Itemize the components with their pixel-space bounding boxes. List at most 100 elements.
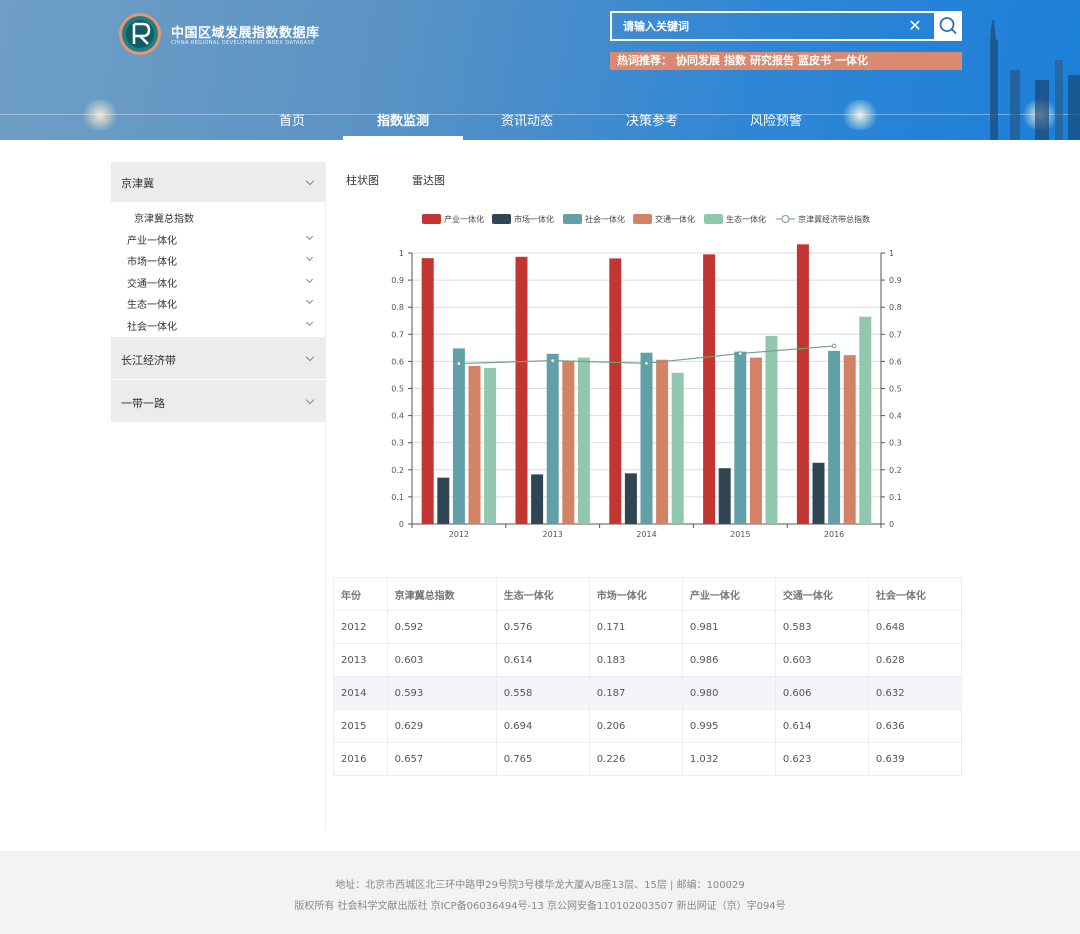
sidebar-item-transport[interactable]: 交通一体化 [111,271,325,293]
y-tick-label: 0.7 [391,330,404,339]
table-cell: 0.623 [774,742,869,776]
search-icon [939,17,957,35]
footer: 地址：北京市西城区北三环中路甲29号院3号楼华龙大厦A/B座13层、15层 | … [0,851,1080,934]
table-cell: 0.603 [386,643,497,677]
table-cell: 0.765 [495,742,590,776]
y-tick-label: 0.3 [391,439,404,448]
bar [452,348,465,524]
table-cell: 0.614 [774,709,869,743]
y-tick-label: 0.5 [391,385,404,394]
bar [859,316,872,524]
chevron-down-icon [305,352,315,362]
y2-tick-label: 0.4 [889,412,902,421]
header-banner: 中国区域发展指数数据库 CHINA REGIONAL DEVELOPMENT I… [0,0,1080,140]
brand-subtitle: CHINA REGIONAL DEVELOPMENT INDEX DATABAS… [171,40,315,46]
table-header-cell: 京津冀总指数 [386,577,497,611]
clear-icon[interactable]: ✕ [906,17,924,35]
bar [671,372,684,524]
chevron-down-icon [305,176,315,186]
sidebar-item-market[interactable]: 市场一体化 [111,249,325,271]
main-nav: 首页 指数监测 资讯动态 决策参考 风险预警 [0,108,1080,140]
nav-item-news[interactable]: 资讯动态 [487,110,567,140]
search-box: ✕ [610,11,962,41]
legend-swatch [422,214,441,224]
table-header-cell: 社会一体化 [867,577,963,611]
table-row: 2015 0.629 0.694 0.206 0.995 0.614 0.636 [333,709,963,743]
index-data-table: 年份 京津冀总指数 生态一体化 市场一体化 产业一体化 交通一体化 社会一体化 2012 0.… [333,577,963,776]
table-cell: 0.639 [867,742,963,776]
table-cell: 0.576 [495,610,590,644]
sidebar-item-label: 产业一体化 [127,235,177,247]
sidebar-group-label: 京津冀 [121,177,154,190]
y-tick-label: 0.9 [391,276,404,285]
y2-tick-label: 0 [889,520,894,529]
legend-label: 京津冀经济带总指数 [798,214,870,224]
sidebar-item-total-index[interactable]: 京津冀总指数 [111,206,325,228]
nav-item-risk-warning[interactable]: 风险预警 [736,110,816,140]
table-header-row: 年份 京津冀总指数 生态一体化 市场一体化 产业一体化 交通一体化 社会一体化 [333,577,963,611]
y-tick-label: 0 [399,520,404,529]
sidebar-item-ecology[interactable]: 生态一体化 [111,292,325,314]
line-point [644,360,649,366]
hot-word-link[interactable]: 指数 [724,54,746,67]
legend-label: 产业一体化 [444,214,484,224]
x-tick-label: 2013 [543,530,563,539]
y2-tick-label: 0.2 [889,466,902,475]
sidebar-item-society[interactable]: 社会一体化 [111,314,325,336]
table-cell: 2014 [333,676,388,710]
bar [515,256,528,524]
table-header-cell: 产业一体化 [681,577,776,611]
bar [562,360,575,524]
table-cell: 1.032 [681,742,776,776]
hot-word-link[interactable]: 研究报告 [750,54,794,67]
table-row: 2012 0.592 0.576 0.171 0.981 0.583 0.648 [333,610,963,644]
y2-tick-label: 0.5 [889,385,902,394]
y2-tick-label: 0.1 [889,493,902,502]
tab-bar-chart[interactable]: 柱状图 [346,172,379,188]
y2-tick-label: 1 [889,249,894,258]
bar [812,462,825,524]
hot-word-link[interactable]: 协同发展 [676,54,720,67]
y-tick-label: 0.8 [391,303,404,312]
bar [546,353,559,524]
sidebar-group-jingjinji[interactable]: 京津冀 [111,162,325,203]
sidebar-item-industry[interactable]: 产业一体化 [111,228,325,250]
hot-word-link[interactable]: 蓝皮书 [798,54,831,67]
table-cell: 0.995 [681,709,776,743]
bar [468,366,481,524]
y-tick-label: 0.1 [391,493,404,502]
table-header-cell: 交通一体化 [774,577,869,611]
legend-label: 社会一体化 [585,214,625,224]
table-cell: 0.183 [588,643,683,677]
sidebar-group-yangtze[interactable]: 长江经济带 [111,337,325,380]
table-cell: 2013 [333,643,388,677]
sidebar: 京津冀 京津冀总指数 产业一体化 市场一体化 交通一体化 生态一体化 社会一体化… [111,162,325,423]
chevron-down-icon [305,296,314,305]
sidebar-group-belt-road[interactable]: 一带一路 [111,380,325,423]
x-tick-label: 2015 [730,530,750,539]
table-header-cell: 生态一体化 [495,577,590,611]
bar [749,357,762,524]
line-point [456,361,462,366]
table-cell: 0.593 [386,676,497,710]
table-cell: 0.657 [386,742,497,776]
bar [437,477,450,524]
x-tick-label: 2014 [636,530,656,539]
search-input[interactable] [612,13,912,39]
bar [577,357,590,524]
table-cell: 0.694 [495,709,590,743]
table-row: 2014 0.593 0.558 0.187 0.980 0.606 0.632 [333,676,963,710]
sidebar-group-label: 一带一路 [121,397,165,410]
hot-word-link[interactable]: 一体化 [835,54,868,67]
sidebar-item-label: 生态一体化 [127,300,177,311]
nav-item-decision-reference[interactable]: 决策参考 [612,110,692,140]
chevron-down-icon [305,275,314,283]
search-button[interactable] [934,13,962,39]
table-cell: 0.648 [867,610,963,644]
line-point [831,343,837,349]
nav-item-home[interactable]: 首页 [262,110,322,140]
y-tick-label: 0.2 [391,466,404,475]
table-cell: 2012 [333,610,388,644]
tab-radar-chart[interactable]: 雷达图 [412,172,445,188]
table-cell: 0.628 [867,643,963,677]
